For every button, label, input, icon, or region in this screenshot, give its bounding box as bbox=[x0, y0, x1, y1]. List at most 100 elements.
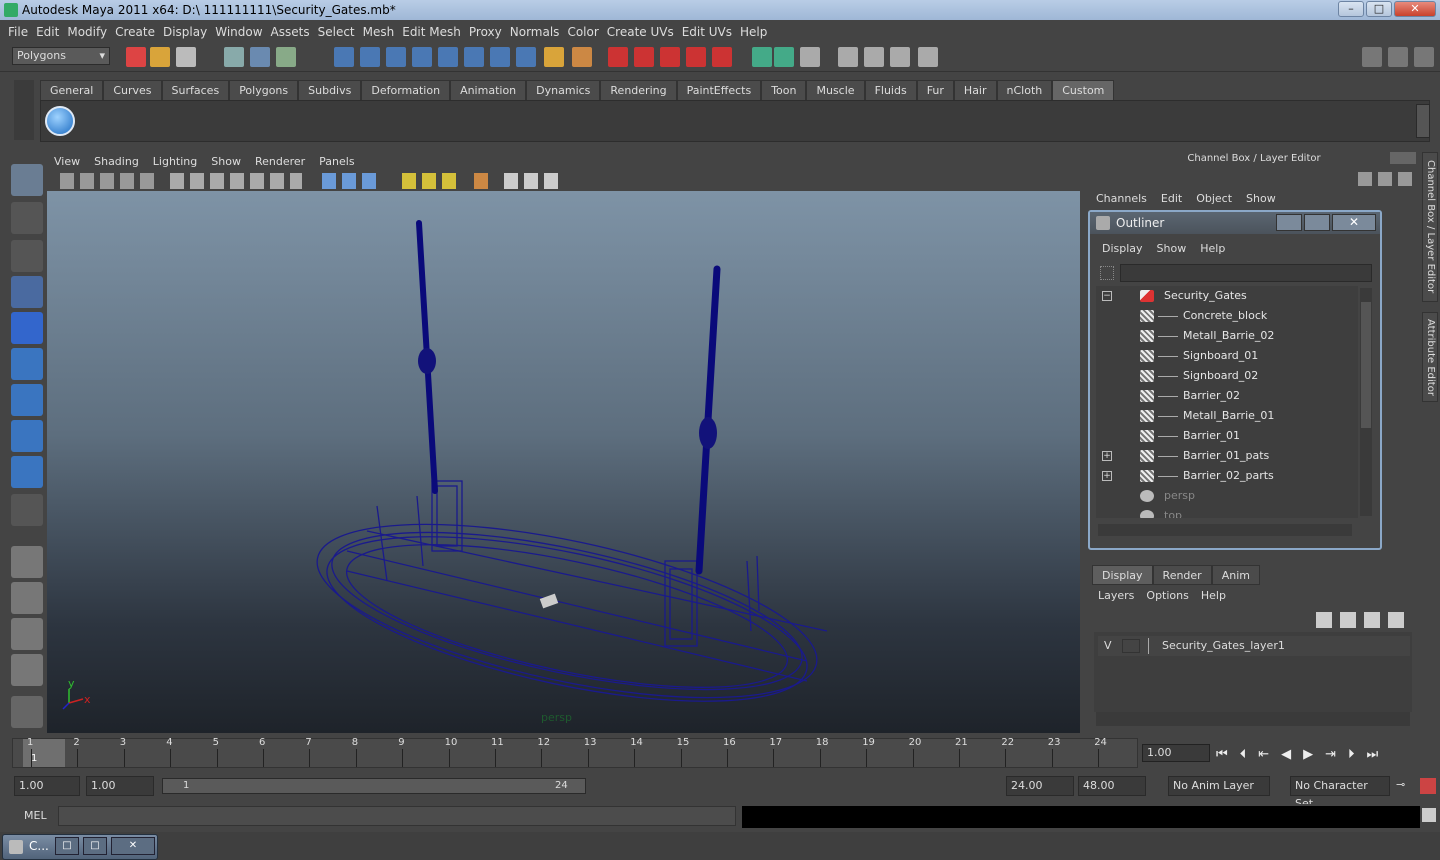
outliner-item[interactable]: top bbox=[1096, 506, 1358, 518]
custom-shelf-checkmark-icon[interactable] bbox=[45, 106, 75, 136]
menu-normals[interactable]: Normals bbox=[510, 25, 568, 39]
outliner-vertical-scrollbar[interactable] bbox=[1360, 288, 1372, 516]
channel-show-menu[interactable]: Show bbox=[1246, 192, 1276, 205]
animation-preferences-icon[interactable] bbox=[1420, 778, 1436, 794]
xray-modes-icon[interactable] bbox=[504, 173, 560, 189]
menu-mesh[interactable]: Mesh bbox=[363, 25, 403, 39]
menu-display[interactable]: Display bbox=[163, 25, 215, 39]
select-highlight-icon[interactable] bbox=[572, 47, 592, 67]
input-ops-icon[interactable] bbox=[464, 47, 484, 67]
channel-edit-menu[interactable]: Edit bbox=[1161, 192, 1182, 205]
close-window-button[interactable]: ✕ bbox=[111, 837, 155, 855]
channel-box-side-tab[interactable]: Channel Box / Layer Editor bbox=[1422, 152, 1438, 302]
soft-mod-tool-icon[interactable] bbox=[11, 420, 43, 452]
layer-row[interactable]: V Security_Gates_layer1 bbox=[1098, 636, 1410, 656]
playback-end-field[interactable]: 24.00 bbox=[1006, 776, 1074, 796]
isolate-select-icon[interactable] bbox=[474, 173, 488, 189]
script-editor-icon[interactable] bbox=[800, 47, 820, 67]
layer-action-icons[interactable] bbox=[1316, 612, 1412, 628]
outliner-menu-display[interactable]: Display bbox=[1102, 242, 1143, 255]
menu-edit-mesh[interactable]: Edit Mesh bbox=[402, 25, 469, 39]
tab-polygons[interactable]: Polygons bbox=[229, 80, 299, 100]
panel-float-close-icon[interactable] bbox=[1390, 152, 1416, 164]
step-forward-frame-icon[interactable]: ⏵ bbox=[1348, 747, 1355, 762]
layer-options-menu[interactable]: Options bbox=[1146, 589, 1188, 602]
graph-layout-icon[interactable] bbox=[11, 654, 43, 686]
outliner-menu-help[interactable]: Help bbox=[1200, 242, 1225, 255]
shelf-menu-handle[interactable] bbox=[14, 80, 34, 140]
menu-select[interactable]: Select bbox=[318, 25, 363, 39]
tab-curves[interactable]: Curves bbox=[103, 80, 162, 100]
tab-surfaces[interactable]: Surfaces bbox=[161, 80, 230, 100]
tab-custom[interactable]: Custom bbox=[1052, 80, 1115, 100]
step-back-key-icon[interactable]: ⇤ bbox=[1258, 747, 1269, 762]
character-set-dropdown[interactable]: No Character Set bbox=[1290, 776, 1390, 810]
outliner-layout-icon[interactable] bbox=[11, 618, 43, 650]
mel-input[interactable] bbox=[58, 806, 736, 826]
snap-grid-icon[interactable] bbox=[334, 47, 354, 67]
lasso-tool-icon[interactable] bbox=[11, 202, 43, 234]
input-line-icon[interactable] bbox=[752, 47, 772, 67]
outliner-item[interactable]: − Security_Gates bbox=[1096, 286, 1358, 306]
outliner-menu-show[interactable]: Show bbox=[1157, 242, 1187, 255]
outliner-item[interactable]: Signboard_01 bbox=[1096, 346, 1358, 366]
layer-help-menu[interactable]: Help bbox=[1201, 589, 1226, 602]
channel-box-mode-icons[interactable] bbox=[1358, 172, 1414, 186]
current-frame-field[interactable]: 1.00 bbox=[1142, 744, 1210, 762]
select-object-icon[interactable] bbox=[250, 47, 270, 67]
paint-select-tool-icon[interactable] bbox=[11, 240, 43, 272]
menu-set-dropdown[interactable]: Polygons ▾ bbox=[12, 47, 110, 65]
menu-file[interactable]: File bbox=[8, 25, 36, 39]
tab-render-layers[interactable]: Render bbox=[1152, 565, 1212, 585]
layer-horizontal-scrollbar[interactable] bbox=[1096, 712, 1410, 726]
layout-graph-icon[interactable] bbox=[918, 47, 938, 67]
expand-icon[interactable]: + bbox=[1102, 471, 1112, 481]
minimized-window[interactable]: C... □ □ ✕ bbox=[2, 834, 158, 860]
select-tool-icon[interactable] bbox=[11, 164, 43, 196]
layout-four-icon[interactable] bbox=[864, 47, 884, 67]
four-pane-layout-icon[interactable] bbox=[11, 582, 43, 614]
outliner-item[interactable]: Signboard_02 bbox=[1096, 366, 1358, 386]
outliner-title-bar[interactable]: Outliner ✕ bbox=[1090, 212, 1380, 234]
maximize-button[interactable]: □ bbox=[1366, 1, 1392, 17]
tab-toon[interactable]: Toon bbox=[761, 80, 807, 100]
mel-label[interactable]: MEL bbox=[24, 809, 47, 822]
script-editor-button-icon[interactable] bbox=[1422, 808, 1436, 822]
rename-icon[interactable] bbox=[774, 47, 794, 67]
save-scene-icon[interactable] bbox=[176, 47, 196, 67]
tab-painteffects[interactable]: PaintEffects bbox=[676, 80, 762, 100]
go-to-end-icon[interactable]: ⏭ bbox=[1367, 747, 1379, 762]
layout-single-icon[interactable] bbox=[838, 47, 858, 67]
tab-subdivs[interactable]: Subdivs bbox=[298, 80, 362, 100]
attribute-editor-side-tab[interactable]: Attribute Editor bbox=[1422, 312, 1438, 402]
outliner-item[interactable]: Concrete_block bbox=[1096, 306, 1358, 326]
tab-dynamics[interactable]: Dynamics bbox=[526, 80, 601, 100]
outliner-horizontal-scrollbar[interactable] bbox=[1098, 524, 1352, 536]
single-pane-layout-icon[interactable] bbox=[11, 546, 43, 578]
outliner-filter-input[interactable] bbox=[1120, 264, 1372, 282]
outliner-item[interactable]: Metall_Barrie_02 bbox=[1096, 326, 1358, 346]
output-ops-icon[interactable] bbox=[490, 47, 510, 67]
layer-type-toggle[interactable] bbox=[1122, 639, 1140, 653]
auto-key-icon[interactable]: ⊸ bbox=[1396, 778, 1414, 794]
animation-end-field[interactable]: 48.00 bbox=[1078, 776, 1146, 796]
animation-start-field[interactable]: 1.00 bbox=[14, 776, 80, 796]
go-to-start-icon[interactable]: ⏮ bbox=[1216, 747, 1228, 762]
lighting-modes-icon[interactable] bbox=[402, 173, 462, 189]
tab-muscle[interactable]: Muscle bbox=[806, 80, 865, 100]
render-settings-icon[interactable] bbox=[686, 47, 706, 67]
layout-persp-outliner-icon[interactable] bbox=[890, 47, 910, 67]
show-manipulator-icon[interactable] bbox=[11, 456, 43, 488]
tab-deformation[interactable]: Deformation bbox=[361, 80, 451, 100]
last-tool-icon[interactable] bbox=[11, 494, 43, 526]
snap-view-plane-icon[interactable] bbox=[412, 47, 432, 67]
hypergraph-layout-icon[interactable] bbox=[11, 696, 43, 728]
layer-visibility-toggle[interactable]: V bbox=[1104, 636, 1112, 656]
play-forward-icon[interactable]: ▶ bbox=[1303, 747, 1313, 762]
viewport-menu-panels[interactable]: Panels bbox=[319, 155, 354, 168]
perspective-viewport[interactable]: y x persp bbox=[47, 191, 1080, 733]
menu-proxy[interactable]: Proxy bbox=[469, 25, 510, 39]
shading-modes-icon[interactable] bbox=[322, 173, 382, 189]
minimize-button[interactable]: – bbox=[1338, 1, 1364, 17]
close-button[interactable]: ✕ bbox=[1394, 1, 1436, 17]
